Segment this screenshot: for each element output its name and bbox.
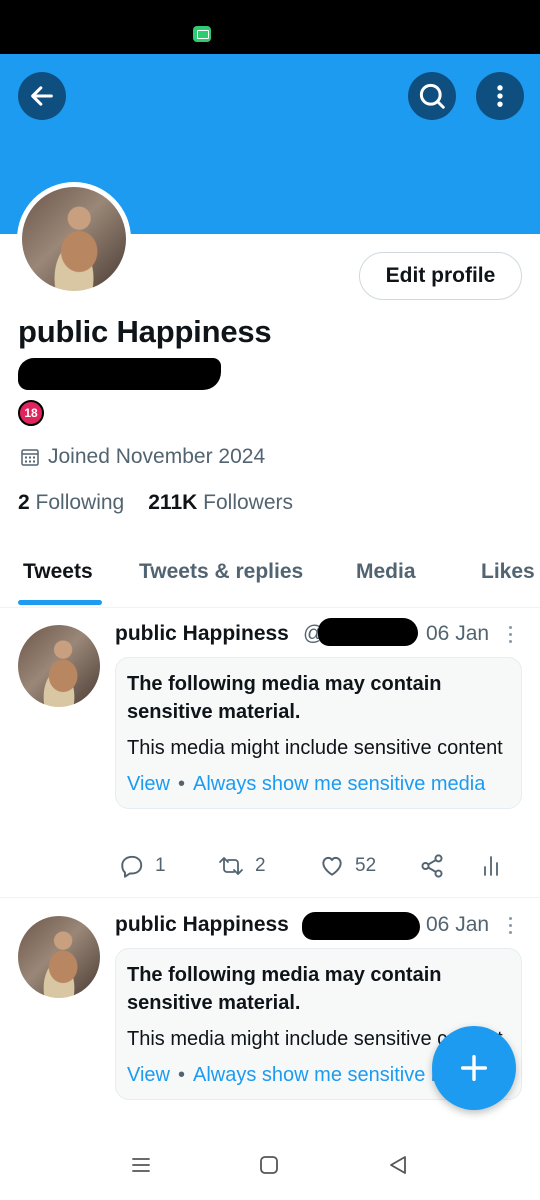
redacted-handle bbox=[18, 358, 221, 390]
tweet-more-button[interactable] bbox=[506, 626, 514, 647]
reply-count: 1 bbox=[155, 855, 166, 876]
redacted-tweet-handle bbox=[302, 912, 420, 940]
share-button[interactable] bbox=[419, 853, 445, 879]
reply-button[interactable]: 1 bbox=[119, 853, 166, 879]
plus-icon bbox=[460, 1054, 488, 1082]
retweet-count: 2 bbox=[255, 855, 266, 876]
search-icon bbox=[419, 83, 445, 109]
more-options-button[interactable] bbox=[476, 72, 524, 120]
heart-icon bbox=[322, 856, 342, 876]
tweet-author-name[interactable]: public Happiness bbox=[115, 913, 289, 937]
sensitive-title: The following media may contain sensitiv… bbox=[127, 673, 442, 723]
retweet-icon bbox=[219, 857, 243, 875]
tweet-date[interactable]: 06 Jan bbox=[426, 622, 489, 646]
retweet-button[interactable]: 2 bbox=[217, 853, 266, 879]
arrow-left-icon bbox=[31, 86, 53, 106]
joined-text: Joined November 2024 bbox=[48, 445, 266, 468]
following-count: 2 bbox=[18, 491, 30, 514]
profile-avatar[interactable] bbox=[17, 182, 131, 296]
sensitive-links: View • Always show me sensitive media bbox=[127, 773, 486, 795]
share-icon bbox=[421, 854, 443, 878]
follow-stats: 2 Following 211K Followers bbox=[18, 491, 293, 515]
more-vertical-icon bbox=[497, 85, 503, 107]
compose-tweet-button[interactable] bbox=[432, 1026, 516, 1110]
tweet-more-button[interactable] bbox=[506, 917, 514, 938]
tweet-date[interactable]: 06 Jan bbox=[426, 913, 489, 937]
status-bar bbox=[0, 0, 540, 54]
following-link[interactable]: 2 Following bbox=[18, 491, 124, 515]
search-button[interactable] bbox=[408, 72, 456, 120]
like-button[interactable]: 52 bbox=[319, 853, 376, 879]
sensitive-media-card: The following media may contain sensitiv… bbox=[115, 657, 522, 809]
tweet-avatar[interactable] bbox=[18, 916, 100, 998]
home-icon[interactable] bbox=[258, 1154, 280, 1176]
sensitive-body: This media might include sensitive conte… bbox=[127, 737, 503, 759]
tab-likes[interactable]: Likes bbox=[481, 560, 535, 584]
tweet-author-name[interactable]: public Happiness bbox=[115, 622, 289, 646]
back-button[interactable] bbox=[18, 72, 66, 120]
view-link[interactable]: View bbox=[127, 1064, 170, 1086]
age-restriction-badge: 18 bbox=[18, 400, 44, 426]
tweet-avatar[interactable] bbox=[18, 625, 100, 707]
followers-link[interactable]: 211K Followers bbox=[148, 491, 293, 515]
view-link[interactable]: View bbox=[127, 773, 170, 795]
display-name: public Happiness bbox=[18, 314, 272, 349]
system-navigation-bar bbox=[0, 1136, 540, 1200]
always-show-link[interactable]: Always show me sensitive media bbox=[193, 773, 485, 795]
recent-apps-icon[interactable] bbox=[130, 1154, 152, 1176]
calendar-icon bbox=[21, 449, 39, 466]
followers-count: 211K bbox=[148, 491, 198, 514]
tab-tweets-and-replies[interactable]: Tweets & replies bbox=[139, 560, 303, 584]
following-label: Following bbox=[35, 491, 125, 514]
back-nav-icon[interactable] bbox=[386, 1154, 408, 1176]
joined-date: Joined November 2024 bbox=[20, 445, 265, 469]
avatar-image bbox=[22, 187, 126, 291]
tab-tweets[interactable]: Tweets bbox=[23, 560, 93, 584]
redacted-tweet-handle bbox=[318, 618, 418, 646]
reply-icon bbox=[121, 855, 143, 878]
analytics-icon bbox=[484, 856, 498, 876]
message-notification-icon bbox=[193, 26, 211, 42]
followers-label: Followers bbox=[203, 491, 293, 514]
active-tab-indicator bbox=[18, 600, 102, 605]
analytics-button[interactable] bbox=[479, 853, 503, 879]
edit-profile-button[interactable]: Edit profile bbox=[359, 252, 522, 300]
tweet-divider bbox=[0, 897, 540, 898]
tweet-actions: 1 2 52 bbox=[115, 853, 515, 883]
tab-media[interactable]: Media bbox=[356, 560, 416, 584]
like-count: 52 bbox=[355, 855, 377, 876]
sensitive-title: The following media may contain sensitiv… bbox=[127, 964, 442, 1014]
